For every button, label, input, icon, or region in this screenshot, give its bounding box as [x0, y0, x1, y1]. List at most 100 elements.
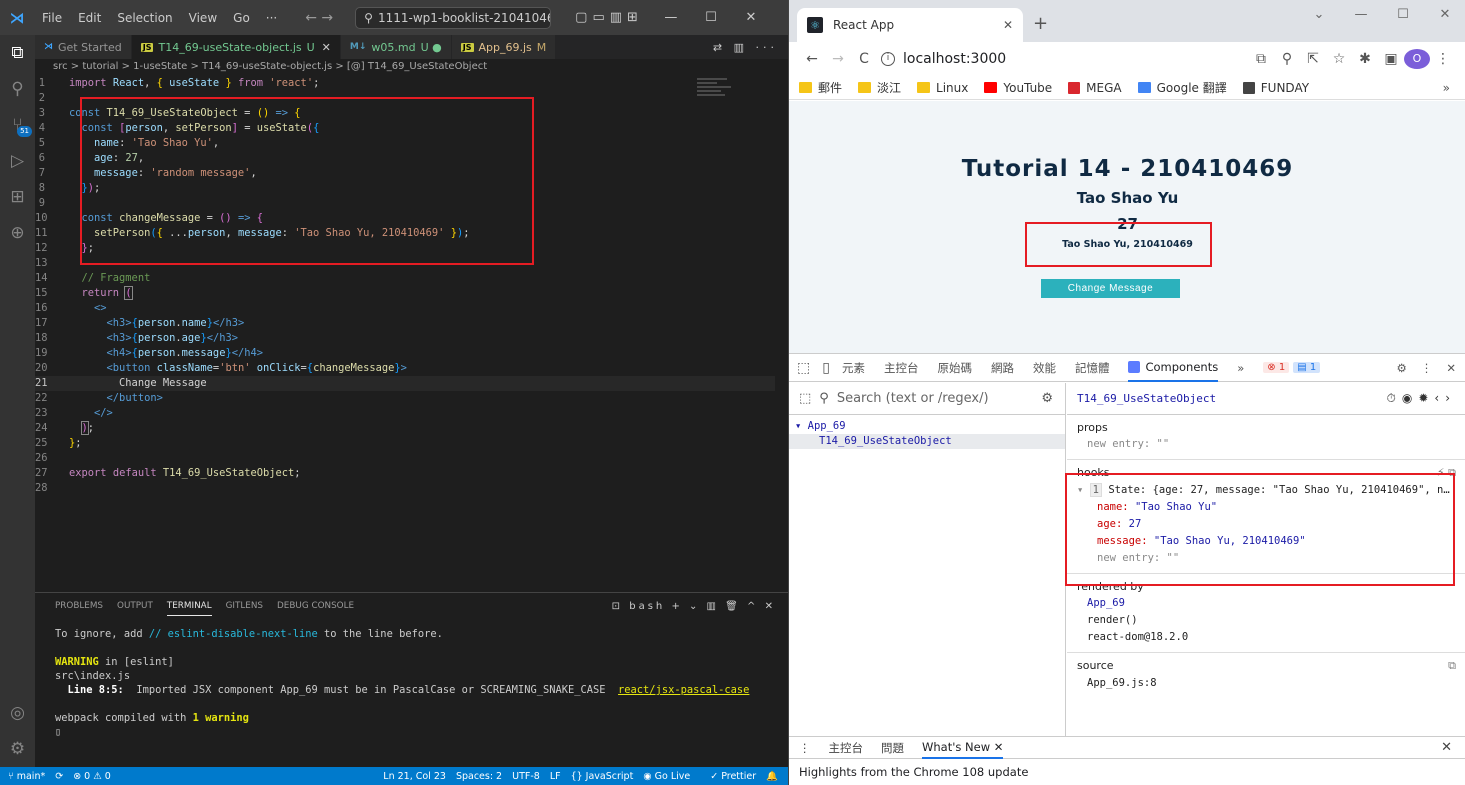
bookmark-google-translate[interactable]: Google 翻譯	[1137, 79, 1227, 96]
tab-sources[interactable]: 原始碼	[937, 360, 972, 376]
bookmark-mega[interactable]: MEGA	[1068, 81, 1122, 95]
tab-debug-console[interactable]: DEBUG CONSOLE	[277, 597, 354, 615]
select-element-icon[interactable]: ⬚	[799, 391, 811, 406]
minimap[interactable]	[697, 76, 737, 126]
cursor-position[interactable]: Ln 21, Col 23	[383, 771, 446, 782]
tab-w05-md[interactable]: M↓ w05.md U ●	[340, 35, 452, 59]
tab-app69[interactable]: JS App_69.js M	[451, 35, 557, 59]
tab-close-icon[interactable]: ✕	[322, 41, 331, 54]
command-center-search[interactable]: ⚲ 1111-wp1-booklist-210410469	[355, 6, 552, 29]
inspector-tools[interactable]: ⏱◉✹‹›	[1387, 391, 1465, 406]
sync-icon[interactable]: ⟳	[55, 771, 63, 782]
more-tabs-icon[interactable]: »	[1237, 361, 1244, 375]
info-icon[interactable]: i	[881, 52, 895, 66]
device-toolbar-icon[interactable]: ▯	[822, 360, 830, 376]
bookmark-star-icon[interactable]: ☆	[1326, 51, 1352, 67]
translate-icon[interactable]: ⧉	[1248, 51, 1274, 67]
drawer-close-icon[interactable]: ✕	[1441, 740, 1465, 755]
drawer-tab-whats-new[interactable]: What's New ✕	[922, 737, 1004, 759]
bookmarks-overflow-icon[interactable]: »	[1443, 81, 1465, 95]
tree-node-usestateobject[interactable]: T14_69_UseStateObject	[789, 434, 1065, 449]
address-bar[interactable]: i localhost:3000	[881, 51, 1006, 67]
explorer-icon[interactable]: ⧉	[0, 35, 35, 71]
devtools-close-icon[interactable]: ✕	[1446, 361, 1456, 375]
tab-output[interactable]: OUTPUT	[117, 597, 153, 615]
component-search-input[interactable]: Search (text or /regex/)	[837, 391, 989, 406]
tab-console[interactable]: 主控台	[884, 360, 919, 376]
profile-avatar[interactable]: O	[1404, 49, 1430, 69]
menu-edit[interactable]: Edit	[70, 11, 109, 25]
settings-gear-icon[interactable]: ⚙	[1397, 361, 1407, 375]
tab-network[interactable]: 網路	[991, 360, 1014, 376]
share-icon[interactable]: ⇱	[1300, 51, 1326, 67]
drawer-menu-icon[interactable]: ⋮	[799, 741, 811, 755]
maximize-icon[interactable]: ☐	[691, 10, 731, 25]
menu-more[interactable]: ···	[258, 11, 285, 25]
close-icon[interactable]: ✕	[1424, 0, 1465, 30]
drawer-tab-console[interactable]: 主控台	[829, 740, 864, 756]
error-count-badge[interactable]: ⊗ 1	[1263, 362, 1290, 373]
back-icon[interactable]: ←	[799, 51, 825, 67]
layout-toggle-icons[interactable]: ▢▭▥⊞	[575, 10, 643, 25]
tab-problems[interactable]: PROBLEMS	[55, 597, 103, 615]
source-control-icon[interactable]: ⑂ 51	[0, 107, 35, 143]
prettier-status[interactable]: ✓ Prettier	[710, 771, 756, 782]
side-panel-icon[interactable]: ▣	[1378, 51, 1404, 67]
source-location[interactable]: App_69.js:8	[1077, 675, 1456, 692]
menu-kebab-icon[interactable]: ⋮	[1430, 51, 1456, 67]
forward-icon[interactable]: →	[825, 51, 851, 67]
gitlens-icon[interactable]: ⊕	[0, 215, 35, 251]
tab-gitlens[interactable]: GITLENS	[226, 597, 263, 615]
tab-close-icon[interactable]: ✕	[1003, 18, 1013, 32]
whats-new-highlight[interactable]: Highlights from the Chrome 108 update	[789, 759, 1465, 785]
run-debug-icon[interactable]: ▷	[0, 143, 35, 179]
copy-source-icon[interactable]: ⧉	[1448, 659, 1456, 673]
editor-actions[interactable]: ⇄ ▥ ···	[713, 35, 788, 59]
maximize-icon[interactable]: ☐	[1382, 0, 1424, 30]
bookmark-youtube[interactable]: YouTube	[984, 81, 1052, 95]
notifications-bell-icon[interactable]: 🔔	[766, 771, 778, 782]
tree-node-app69[interactable]: ▾ App_69	[789, 419, 1065, 434]
problems-indicator[interactable]: ⊗ 0 ⚠ 0	[73, 771, 111, 782]
tab-useState-object[interactable]: JS T14_69-useState-object.js U ✕	[131, 35, 341, 59]
close-icon[interactable]: ✕	[731, 10, 771, 25]
menu-go[interactable]: Go	[225, 11, 258, 25]
settings-gear-icon[interactable]: ⚙	[0, 731, 35, 767]
drawer-tab-issues[interactable]: 問題	[881, 740, 904, 756]
tab-elements[interactable]: 元素	[842, 360, 865, 376]
minimize-icon[interactable]: —	[651, 10, 691, 25]
zoom-icon[interactable]: ⚲	[1274, 51, 1300, 67]
go-live-button[interactable]: ◉ Go Live	[643, 771, 700, 782]
menu-selection[interactable]: Selection	[109, 11, 180, 25]
encoding[interactable]: UTF-8	[512, 771, 540, 782]
menu-file[interactable]: File	[34, 11, 70, 25]
terminal-output[interactable]: To ignore, add // eslint-disable-next-li…	[35, 619, 788, 739]
props-new-entry[interactable]: new entry: ""	[1077, 436, 1456, 453]
rendered-by-app69[interactable]: App_69	[1077, 595, 1456, 612]
inspect-element-icon[interactable]: ⬚	[797, 360, 810, 376]
tab-terminal[interactable]: TERMINAL	[166, 597, 212, 616]
tab-get-started[interactable]: ⋊ Get Started	[35, 35, 132, 59]
tab-search-icon[interactable]: ⌄	[1298, 0, 1340, 30]
bookmark-mail[interactable]: 郵件	[799, 79, 842, 96]
menu-view[interactable]: View	[181, 11, 225, 25]
nav-back-forward-icon[interactable]: ← →	[305, 10, 333, 26]
reload-icon[interactable]: C	[851, 51, 877, 67]
search-icon[interactable]: ⚲	[0, 71, 35, 107]
tab-memory[interactable]: 記憶體	[1075, 360, 1110, 376]
bookmark-funday[interactable]: FUNDAY	[1242, 81, 1309, 95]
tree-settings-gear-icon[interactable]: ⚙	[1041, 391, 1065, 406]
extensions-icon[interactable]: ⊞	[0, 179, 35, 215]
bookmark-linux[interactable]: Linux	[917, 81, 968, 95]
message-count-badge[interactable]: ▤ 1	[1293, 362, 1321, 373]
tab-components[interactable]: Components	[1128, 354, 1219, 382]
language-mode[interactable]: {} JavaScript	[571, 771, 634, 782]
extensions-icon[interactable]: ✱	[1352, 51, 1378, 67]
change-message-button[interactable]: Change Message	[1041, 279, 1180, 298]
tab-react-app[interactable]: ⚛ React App ✕	[797, 8, 1023, 42]
eol[interactable]: LF	[550, 771, 561, 782]
new-tab-icon[interactable]: +	[1033, 13, 1048, 34]
branch-indicator[interactable]: ⑂ main*	[8, 771, 45, 782]
account-icon[interactable]: ◎	[0, 695, 35, 731]
minimize-icon[interactable]: —	[1340, 0, 1382, 30]
